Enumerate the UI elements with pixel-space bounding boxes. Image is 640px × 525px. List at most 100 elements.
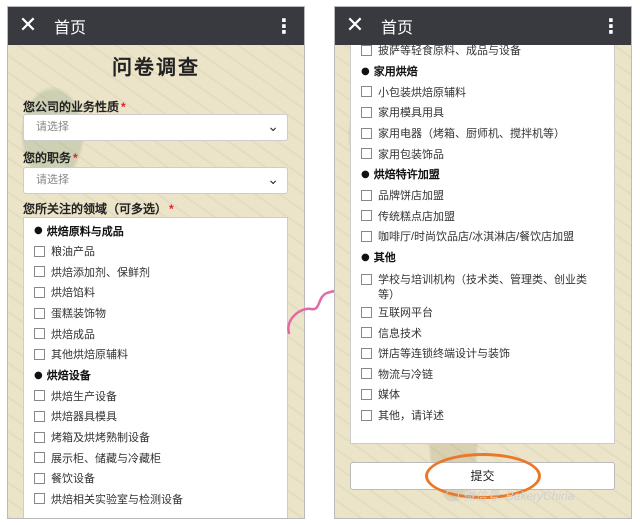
checkbox-item[interactable]: 餐饮设备 — [24, 468, 287, 489]
position-label: 您的职务 * — [23, 149, 78, 166]
checkbox[interactable] — [34, 493, 45, 505]
checkbox[interactable] — [361, 127, 372, 139]
checkbox-item[interactable]: 烘焙生产设备 — [24, 386, 287, 407]
checkbox-label: 物流与冷链 — [378, 368, 433, 381]
checkbox[interactable] — [34, 348, 45, 360]
checkbox-item[interactable]: 烘焙相关实验室与检测设备 — [24, 489, 287, 510]
areas-checkbox-list-continued[interactable]: 披萨等轻食原料、成品与设备 ● 家用烘焙 小包装烘焙原辅料 家用模具用具 家用电器… — [350, 37, 615, 444]
checkbox-item[interactable]: 其他烘焙原辅料 — [24, 344, 287, 365]
checkbox[interactable] — [34, 431, 45, 443]
bullet-icon: ● — [34, 225, 43, 236]
page-title: 问卷调查 — [112, 57, 200, 79]
checkbox-label: 家用电器（烤箱、厨师机、搅拌机等） — [378, 128, 565, 141]
category-title: 烘焙设备 — [46, 370, 91, 383]
phone-screen-left: ✕ 首页 ⋮ 问卷调查 您公司的业务性质 * 请选择 ⌄ 您的职务 * 请选择 ⌄ … — [7, 6, 305, 519]
checkbox-label: 餐饮设备 — [51, 473, 95, 486]
checkbox-item[interactable]: 烘焙馅料 — [24, 282, 287, 303]
checkbox-item[interactable]: 展示柜、储藏与冷藏柜 — [24, 447, 287, 468]
checkbox-item[interactable]: 家用包装饰品 — [351, 143, 614, 164]
checkbox-item[interactable]: 烘焙器具模具 — [24, 406, 287, 427]
checkbox-label: 家用包装饰品 — [378, 148, 444, 161]
checkbox-item[interactable]: 品牌饼店加盟 — [351, 185, 614, 206]
checkbox-item[interactable]: 烘焙成品 — [24, 323, 287, 344]
areas-checkbox-list[interactable]: ● 烘焙原料与成品 粮油产品 烘焙添加剂、保鲜剂 烘焙馅料 蛋糕装饰物 烘焙成品 … — [23, 217, 288, 518]
checkbox-item[interactable]: 粮油产品 — [24, 241, 287, 262]
checkbox-item[interactable]: 家用电器（烤箱、厨师机、搅拌机等） — [351, 123, 614, 144]
checkbox[interactable] — [361, 347, 372, 359]
checkbox-label: 咖啡厅/时尚饮品店/冰淇淋店/餐饮店加盟 — [378, 231, 575, 244]
checkbox[interactable] — [361, 106, 372, 118]
checkbox-label: 烘焙生产设备 — [51, 390, 117, 403]
checkbox[interactable] — [34, 410, 45, 422]
checkbox-item[interactable]: 蛋糕装饰物 — [24, 303, 287, 324]
checkbox-item[interactable]: 互联网平台 — [351, 302, 614, 323]
position-select[interactable]: 请选择 ⌄ — [23, 167, 288, 194]
close-icon[interactable]: ✕ — [335, 7, 375, 45]
top-bar: ✕ 首页 ⋮ — [8, 7, 304, 45]
required-mark: * — [73, 151, 78, 165]
business-label-text: 您公司的业务性质 — [23, 100, 120, 114]
checkbox-item[interactable]: 物流与冷链 — [351, 364, 614, 385]
category-heading: ● 家用烘焙 — [351, 61, 614, 82]
checkbox-item[interactable]: 家用模具用具 — [351, 102, 614, 123]
business-select-value: 请选择 — [36, 121, 69, 133]
checkbox-label: 学校与培训机构（技术类、管理类、创业类等） — [378, 273, 587, 301]
watermark: 微信号: BakeryChina — [445, 487, 574, 504]
category-title: 烘焙特许加盟 — [373, 169, 440, 182]
category-title: 其他 — [373, 252, 396, 265]
checkbox-label: 媒体 — [378, 389, 400, 402]
checkbox-label: 烘焙馅料 — [51, 287, 95, 300]
phone-screen-right: 披萨等轻食原料、成品与设备 ● 家用烘焙 小包装烘焙原辅料 家用模具用具 家用电器… — [334, 6, 632, 519]
checkbox-item[interactable]: 烤箱及烘烤熟制设备 — [24, 427, 287, 448]
checkbox[interactable] — [361, 148, 372, 160]
checkbox[interactable] — [361, 230, 372, 242]
category-heading: ● 烘焙设备 — [24, 365, 287, 386]
checkbox-label: 粮油产品 — [51, 246, 95, 259]
areas-label: 您所关注的领域（可多选） * — [23, 200, 174, 217]
checkbox[interactable] — [34, 452, 45, 464]
watermark-text: 微信号: BakeryChina — [463, 489, 575, 503]
checkbox-item[interactable]: 饼店等连锁终端设计与装饰 — [351, 343, 614, 364]
checkbox-label: 烘焙添加剂、保鲜剂 — [51, 266, 150, 279]
checkbox[interactable] — [34, 245, 45, 257]
checkbox[interactable] — [361, 86, 372, 98]
more-vertical-icon[interactable]: ⋮ — [274, 7, 294, 45]
checkbox-label: 展示柜、储藏与冷藏柜 — [51, 452, 161, 465]
bullet-icon: ● — [361, 65, 370, 77]
checkbox[interactable] — [34, 307, 45, 319]
checkbox[interactable] — [361, 306, 372, 318]
checkbox-item[interactable]: 信息技术 — [351, 322, 614, 343]
checkbox-item[interactable]: 烘焙添加剂、保鲜剂 — [24, 262, 287, 283]
checkbox-label: 家用模具用具 — [378, 107, 444, 120]
checkbox-item[interactable]: 咖啡厅/时尚饮品店/冰淇淋店/餐饮店加盟 — [351, 226, 614, 247]
checkbox[interactable] — [361, 327, 372, 339]
business-select[interactable]: 请选择 ⌄ — [23, 114, 288, 141]
checkbox-item[interactable]: 传统糕点店加盟 — [351, 206, 614, 227]
submit-button[interactable]: 提交 — [350, 462, 615, 490]
more-vertical-icon[interactable]: ⋮ — [601, 7, 621, 45]
checkbox-label: 烘焙成品 — [51, 328, 95, 341]
areas-label-text: 您所关注的领域（可多选） — [23, 202, 168, 216]
checkbox-label: 小包装烘焙原辅料 — [378, 86, 466, 99]
checkbox[interactable] — [34, 390, 45, 402]
checkbox[interactable] — [361, 273, 372, 285]
checkbox[interactable] — [361, 368, 372, 380]
checkbox[interactable] — [34, 266, 45, 278]
top-bar-title: 首页 — [381, 20, 414, 37]
checkbox-label: 蛋糕装饰物 — [51, 308, 106, 321]
required-mark: * — [121, 100, 126, 114]
checkbox-item[interactable]: 学校与培训机构（技术类、管理类、创业类等） — [351, 268, 614, 302]
checkbox[interactable] — [361, 409, 372, 421]
checkbox[interactable] — [34, 286, 45, 298]
checkbox-item[interactable]: 小包装烘焙原辅料 — [351, 82, 614, 103]
checkbox[interactable] — [361, 189, 372, 201]
checkbox[interactable] — [361, 44, 372, 56]
checkbox[interactable] — [34, 328, 45, 340]
checkbox[interactable] — [361, 210, 372, 222]
position-label-text: 您的职务 — [23, 151, 72, 165]
checkbox[interactable] — [34, 472, 45, 484]
checkbox-item[interactable]: 其他，请详述 — [351, 405, 614, 426]
checkbox[interactable] — [361, 388, 372, 400]
checkbox-item[interactable]: 媒体 — [351, 384, 614, 405]
close-icon[interactable]: ✕ — [8, 7, 48, 45]
